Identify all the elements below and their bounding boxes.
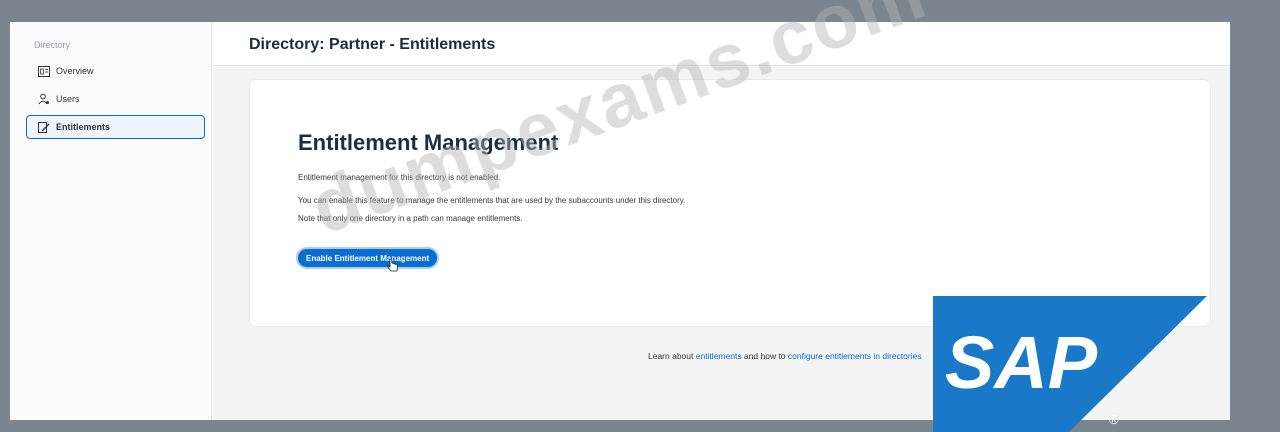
sidebar: Directory Overview Users Entitlements (10, 22, 212, 420)
sidebar-item-label: Entitlements (56, 122, 111, 132)
entitlements-icon (37, 120, 51, 134)
sidebar-item-label: Overview (56, 66, 94, 76)
learn-middle: and how to (741, 351, 788, 361)
enable-entitlement-management-button[interactable]: Enable Entitlement Management (298, 249, 438, 267)
sap-logo: SAP ® (933, 296, 1207, 432)
entitlements-link[interactable]: entitlements (696, 351, 742, 361)
sidebar-item-entitlements[interactable]: Entitlements (26, 115, 205, 139)
learn-more-text: Learn about entitlements and how to conf… (648, 351, 922, 361)
registered-mark: ® (1109, 412, 1119, 427)
sidebar-item-users[interactable]: Users (26, 87, 205, 111)
sidebar-item-overview[interactable]: Overview (26, 59, 205, 83)
sidebar-heading: Directory (34, 40, 71, 50)
configure-entitlements-link[interactable]: configure entitlements in directories (788, 351, 922, 361)
learn-prefix: Learn about (648, 351, 696, 361)
sap-logo-text: SAP (945, 321, 1098, 404)
sidebar-item-label: Users (56, 94, 80, 104)
users-icon (37, 92, 51, 106)
mouse-pointer-icon (387, 258, 399, 277)
overview-icon (37, 64, 51, 78)
page-title: Directory: Partner - Entitlements (249, 36, 496, 53)
